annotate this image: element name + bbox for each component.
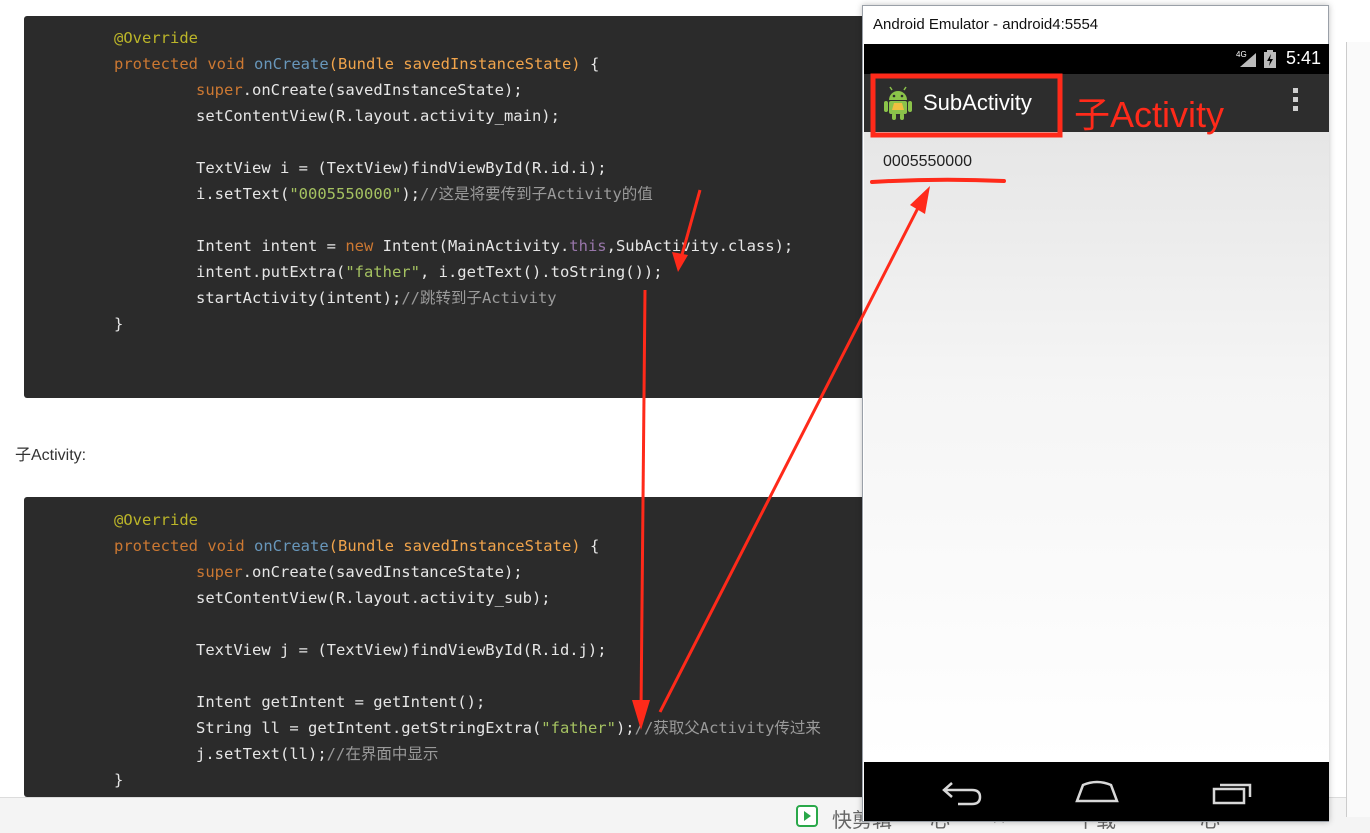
code-line: TextView j = (TextView)findViewById(R.id… xyxy=(196,637,607,663)
code-line: } xyxy=(114,767,123,793)
code-token: } xyxy=(114,771,124,789)
code-token: super xyxy=(196,81,243,99)
code-line: @Override xyxy=(114,25,198,51)
code-token: @Override xyxy=(114,29,198,47)
battery-icon xyxy=(1264,50,1276,68)
received-value-text: 0005550000 xyxy=(883,153,972,170)
code-line: j.setText(ll);//在界面中显示 xyxy=(196,741,438,767)
code-line: String ll = getIntent.getStringExtra("fa… xyxy=(196,715,821,741)
code-token: TextView i = (TextView)findViewById(R.id… xyxy=(196,159,607,177)
code-token: //获取父Activity传过来 xyxy=(634,719,821,737)
recent-apps-icon[interactable] xyxy=(1210,777,1256,807)
activity-content: 0005550000 xyxy=(864,132,1329,762)
code-line: super.onCreate(savedInstanceState); xyxy=(196,559,523,585)
code-line: setContentView(R.layout.activity_main); xyxy=(196,103,560,129)
android-app-icon[interactable] xyxy=(882,86,914,120)
code-token: (Bundle savedInstanceState) xyxy=(328,537,581,555)
code-line: TextView i = (TextView)findViewById(R.id… xyxy=(196,155,607,181)
code-line: protected void onCreate(Bundle savedInst… xyxy=(114,51,599,77)
code-line: setContentView(R.layout.activity_sub); xyxy=(196,585,551,611)
code-token: ); xyxy=(401,185,420,203)
code-token: "0005550000" xyxy=(289,185,402,203)
code-line: Intent intent = new Intent(MainActivity.… xyxy=(196,233,793,259)
code-line: intent.putExtra("father", i.getText().to… xyxy=(196,259,663,285)
code-line: super.onCreate(savedInstanceState); xyxy=(196,77,523,103)
signal-label: 4G xyxy=(1236,50,1247,59)
code-token: protected xyxy=(114,55,198,73)
code-token: { xyxy=(580,55,600,73)
code-line: i.setText("0005550000");//这是将要传到子Activit… xyxy=(196,181,653,207)
code-token: Intent(MainActivity. xyxy=(373,237,570,255)
code-token: String ll = getIntent.getStringExtra( xyxy=(196,719,542,737)
status-time: 5:41 xyxy=(1285,48,1321,68)
code-line: Intent getIntent = getIntent(); xyxy=(196,689,485,715)
code-token: this xyxy=(569,237,607,255)
overflow-menu-icon[interactable] xyxy=(1290,88,1300,118)
code-token: } xyxy=(114,315,124,333)
code-token: onCreate xyxy=(254,55,329,73)
app-title: SubActivity xyxy=(923,90,1032,115)
code-token: .onCreate(savedInstanceState); xyxy=(242,81,523,99)
code-token: ,SubActivity.class); xyxy=(606,237,794,255)
right-scroll-strip[interactable] xyxy=(1346,42,1370,817)
home-icon[interactable] xyxy=(1073,777,1121,807)
code-token: new xyxy=(345,237,374,255)
emulator-titlebar[interactable]: Android Emulator - android4:5554 xyxy=(863,6,1328,44)
section-label: 子Activity: xyxy=(15,447,87,464)
code-token: , i.getText().toString()); xyxy=(419,263,663,281)
code-token: //跳转到子Activity xyxy=(401,289,557,307)
code-token: void xyxy=(198,55,254,73)
code-token: //这是将要传到子Activity的值 xyxy=(419,185,653,203)
code-token: ); xyxy=(615,719,635,737)
kuaijianji-icon[interactable] xyxy=(796,805,818,827)
code-line: protected void onCreate(Bundle savedInst… xyxy=(114,533,599,559)
code-token: .onCreate(savedInstanceState); xyxy=(242,563,523,581)
code-token: Intent intent = xyxy=(196,237,346,255)
code-token: setContentView(R.layout.activity_main); xyxy=(196,107,560,125)
status-bar: 4G 5:41 xyxy=(864,44,1329,74)
code-token: TextView j = (TextView)findViewById(R.id… xyxy=(196,641,607,659)
code-token: @Override xyxy=(114,511,198,529)
code-token: i.setText( xyxy=(196,185,290,203)
code-token: (Bundle savedInstanceState) xyxy=(328,55,581,73)
code-block-sub-activity: @Override protected void onCreate(Bundle … xyxy=(24,497,884,797)
code-token: "father" xyxy=(541,719,616,737)
code-block-main-activity: @Override protected void onCreate(Bundle … xyxy=(24,16,884,398)
code-token: j.setText(ll); xyxy=(196,745,327,763)
code-line: } xyxy=(114,311,123,337)
device-screen: 4G 5:41 SubActivity 0005550000 xyxy=(864,44,1329,762)
code-token: onCreate xyxy=(254,537,329,555)
code-token: super xyxy=(196,563,243,581)
code-token: startActivity(intent); xyxy=(196,289,402,307)
back-icon[interactable] xyxy=(940,777,984,807)
code-token: { xyxy=(580,537,600,555)
code-token: Intent getIntent = getIntent(); xyxy=(196,693,486,711)
code-token: protected xyxy=(114,537,198,555)
code-token: //在界面中显示 xyxy=(326,745,439,763)
emulator-title: Android Emulator - android4:5554 xyxy=(873,16,1099,33)
code-line: @Override xyxy=(114,507,198,533)
code-token: "father" xyxy=(345,263,420,281)
navigation-bar xyxy=(864,762,1329,821)
signal-icon: 4G xyxy=(1236,50,1256,67)
code-token: void xyxy=(198,537,254,555)
code-line: startActivity(intent);//跳转到子Activity xyxy=(196,285,557,311)
code-token: intent.putExtra( xyxy=(196,263,346,281)
code-token: setContentView(R.layout.activity_sub); xyxy=(196,589,551,607)
annotation-label: 子Activity xyxy=(1074,94,1225,135)
